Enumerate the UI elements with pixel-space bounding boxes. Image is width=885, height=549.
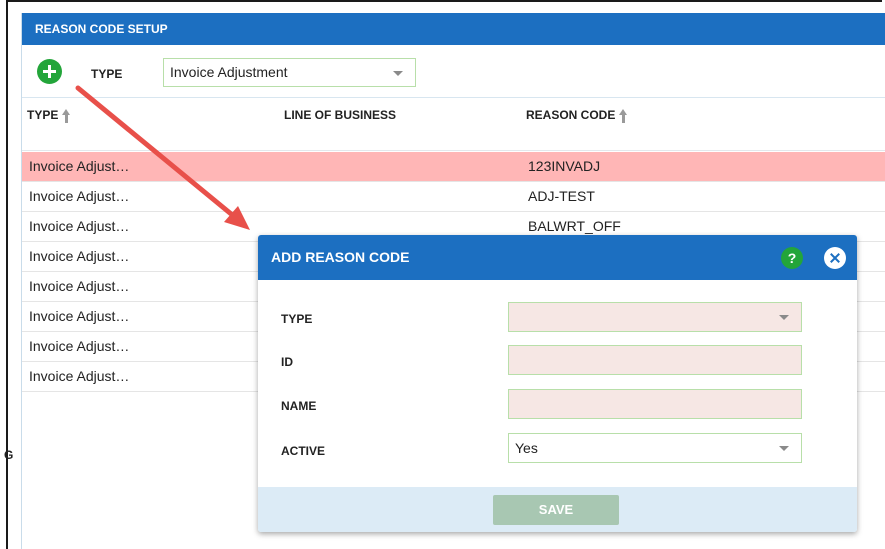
- chevron-down-icon: [779, 315, 789, 320]
- id-field[interactable]: [508, 345, 802, 375]
- name-field[interactable]: [508, 389, 802, 419]
- active-field-label: ACTIVE: [281, 444, 326, 458]
- id-field-label: ID: [281, 355, 293, 369]
- active-field-select[interactable]: Yes: [508, 433, 802, 463]
- dialog-header: ADD REASON CODE ?: [258, 235, 857, 280]
- annotation-arrow-shaft: [75, 85, 239, 221]
- close-icon[interactable]: [824, 247, 846, 269]
- add-reason-code-dialog: ADD REASON CODE ? TYPE ID NAME ACTIVE Ye…: [258, 235, 857, 532]
- name-field-label: NAME: [281, 399, 317, 413]
- dialog-title: ADD REASON CODE: [271, 249, 410, 265]
- dialog-footer: SAVE: [258, 487, 857, 532]
- active-field-value: Yes: [515, 440, 538, 456]
- help-icon[interactable]: ?: [781, 247, 803, 269]
- type-field-select[interactable]: [508, 302, 802, 332]
- save-button[interactable]: SAVE: [493, 495, 619, 525]
- type-field-label: TYPE: [281, 312, 313, 326]
- chevron-down-icon: [779, 446, 789, 451]
